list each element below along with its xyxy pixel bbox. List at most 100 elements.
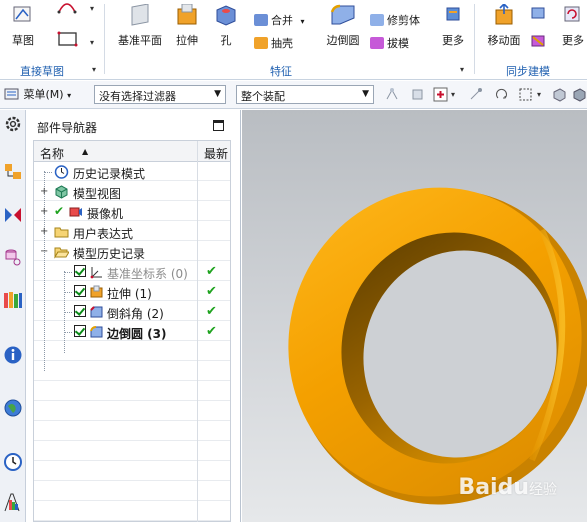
datum-plane-label: 基准平面 [118, 34, 162, 47]
part-navigator-icon[interactable] [3, 247, 23, 267]
menu-icon [4, 88, 19, 100]
constraint-navigator-icon[interactable] [3, 205, 23, 225]
merge-dropdown-icon[interactable]: ▾ [301, 17, 305, 26]
rectangle-tool-dropdown[interactable]: ▾ [90, 38, 94, 47]
edge-blend-feature-icon [90, 326, 103, 338]
reuse-library-icon[interactable] [3, 290, 23, 310]
selection-filter-select[interactable]: 没有选择过滤器 ▼ [94, 85, 226, 104]
arc-tool-icon[interactable] [56, 0, 78, 14]
delete-face-icon[interactable] [530, 34, 546, 48]
expand-icon[interactable]: + [40, 206, 48, 217]
resource-bar [0, 110, 26, 522]
move-face-label: 移动面 [487, 34, 521, 47]
settings-gear-icon[interactable] [3, 114, 23, 134]
merge-label: 合并 [271, 14, 293, 27]
watermark-sub: 经验 [529, 482, 557, 498]
add-selection-icon[interactable] [433, 87, 448, 102]
expand-icon[interactable]: + [40, 226, 48, 237]
expand-icon[interactable]: + [40, 186, 48, 197]
edge-blend-button[interactable]: 边倒圆 [322, 4, 364, 47]
trim-body-button[interactable]: 修剪体 [370, 12, 420, 28]
point-icon[interactable] [468, 87, 483, 102]
column-header-name[interactable]: 名称 [40, 145, 64, 162]
watermark-brand: Baidu [458, 475, 529, 500]
direct-sketch-group-menu[interactable]: ▾ [92, 65, 96, 74]
snap-point-icon[interactable] [385, 87, 400, 102]
shaded-view-icon[interactable] [552, 87, 567, 102]
maximize-icon[interactable] [213, 120, 224, 131]
shell-button[interactable]: 抽壳 [254, 35, 293, 51]
arc-tool-dropdown[interactable]: ▾ [90, 4, 94, 13]
chevron-down-icon: ▼ [362, 89, 369, 99]
extrude-feature-icon [90, 285, 103, 298]
box-select-icon[interactable] [518, 87, 533, 102]
menu-button[interactable]: 菜单(M) ▾ [4, 86, 71, 104]
edge-blend-icon [330, 4, 355, 25]
hole-icon [216, 5, 236, 26]
tree-row-cameras[interactable]: + ✔ 摄像机 [34, 202, 230, 222]
datum-plane-icon [131, 4, 149, 26]
visibility-checkbox[interactable] [74, 305, 86, 317]
folder-icon [54, 227, 69, 238]
column-header-latest[interactable]: 最新 [204, 145, 228, 162]
clock-icon [54, 165, 69, 179]
web-browser-icon[interactable] [3, 398, 23, 418]
tree-row-label: 基准坐标系 (0) [107, 267, 188, 281]
palette-icon[interactable] [3, 492, 23, 512]
tree-row-model-history[interactable]: − 模型历史记录 [34, 242, 230, 262]
rectangle-tool-icon[interactable] [56, 30, 80, 48]
history-clock-icon[interactable] [3, 452, 23, 472]
extrude-button[interactable]: 拉伸 [170, 4, 204, 47]
graphics-viewport[interactable]: Baidu经验 [242, 110, 587, 522]
up-to-date-check-icon: ✔ [206, 304, 217, 319]
view-orient-icon[interactable] [572, 87, 587, 102]
more-features-icon [446, 7, 460, 21]
selection-toolbar: 菜单(M) ▾ 没有选择过滤器 ▼ 整个装配 ▼ ▾ ▾ [0, 81, 587, 109]
sketch-label: 草图 [12, 34, 34, 47]
model-view-icon [55, 185, 68, 199]
merge-button[interactable]: 合并 ▾ [254, 12, 305, 28]
tree-row-extrude[interactable]: 拉伸 (1) ✔ [34, 282, 230, 302]
add-selection-dropdown[interactable]: ▾ [451, 90, 455, 99]
camera-icon [69, 207, 82, 217]
panel-title: 部件导航器 [37, 121, 98, 135]
assembly-navigator-icon[interactable] [3, 162, 23, 182]
visibility-checkbox[interactable] [74, 285, 86, 297]
edge-blend-label: 边倒圆 [326, 34, 360, 47]
tree-row-label: 用户表达式 [73, 227, 134, 241]
tree-row-user-expressions[interactable]: + 用户表达式 [34, 222, 230, 242]
sketch-button[interactable]: 草图 [6, 4, 40, 47]
ring-model[interactable] [242, 110, 587, 522]
tree-row-history-mode[interactable]: 历史记录模式 [34, 162, 230, 182]
group-label-direct-sketch: 直接草图 [20, 65, 64, 78]
box-select-dropdown[interactable]: ▾ [537, 90, 541, 99]
more-features-button[interactable]: 更多 [436, 4, 470, 47]
feature-group-menu[interactable]: ▾ [460, 65, 464, 74]
hole-button[interactable]: 孔 [210, 4, 242, 47]
replace-face-icon[interactable] [530, 6, 546, 20]
check-mark-icon: ✔ [54, 204, 65, 218]
visibility-checkbox[interactable] [74, 265, 86, 277]
assembly-filter-icon[interactable] [410, 87, 425, 102]
group-label-sync-modeling: 同步建模 [506, 65, 550, 78]
tree-row-datum-csys[interactable]: 基准坐标系 (0) ✔ [34, 262, 230, 282]
chevron-down-icon: ▼ [214, 89, 221, 99]
tree-row-edge-blend[interactable]: 边倒圆 (3) ✔ [34, 322, 230, 342]
draft-label: 拔模 [387, 37, 409, 50]
visibility-checkbox[interactable] [74, 325, 86, 337]
move-face-button[interactable]: 移动面 [482, 4, 526, 47]
tree-row-model-views[interactable]: + 模型视图 [34, 182, 230, 202]
draft-button[interactable]: 拔模 [370, 35, 409, 51]
collapse-icon[interactable]: − [40, 246, 48, 257]
more-sync-button[interactable]: 更多 [556, 4, 587, 47]
tree-row-label: 倒斜角 (2) [107, 307, 164, 321]
rotate-icon[interactable] [494, 87, 509, 102]
sort-ascending-icon[interactable]: ▲ [82, 147, 88, 156]
tree-row-label: 模型视图 [73, 187, 122, 201]
baidu-watermark: Baidu经验 [458, 475, 557, 500]
assembly-scope-select[interactable]: 整个装配 ▼ [236, 85, 374, 104]
datum-plane-button[interactable]: 基准平面 [112, 4, 168, 47]
tree-row-chamfer[interactable]: 倒斜角 (2) ✔ [34, 302, 230, 322]
info-icon[interactable] [3, 345, 23, 365]
hole-label: 孔 [220, 34, 232, 47]
